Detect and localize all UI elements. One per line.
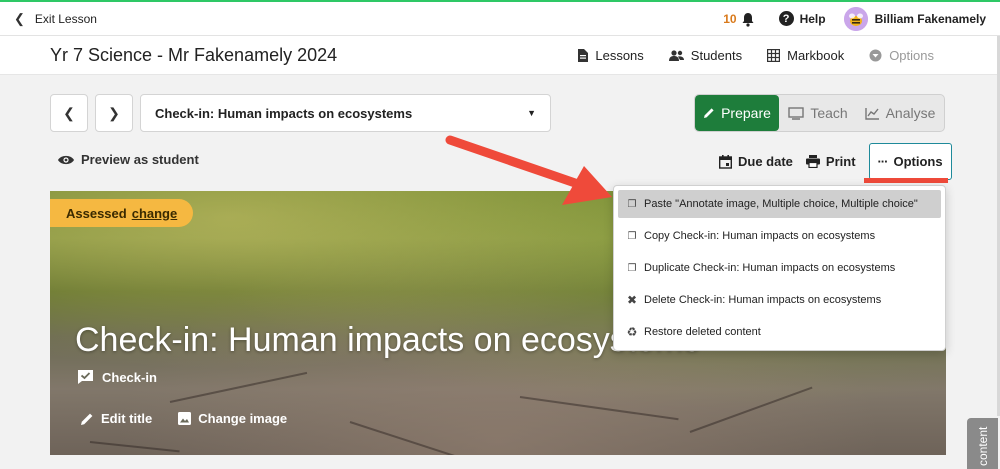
exit-lesson-button[interactable]: ❮ Exit Lesson: [14, 11, 97, 27]
avatar: [843, 6, 868, 31]
due-date-label: Due date: [738, 154, 793, 169]
assessed-badge: Assessed change: [50, 199, 194, 227]
tab-analyse[interactable]: Analyse: [857, 95, 943, 131]
copy-icon: ❐: [627, 230, 637, 242]
user-menu[interactable]: Billiam Fakenamely: [843, 6, 986, 31]
tab-teach[interactable]: Teach: [779, 95, 857, 131]
lesson-select[interactable]: Check-in: Human impacts on ecosystems ▼: [140, 94, 551, 132]
page-title: Yr 7 Science - Mr Fakenamely 2024: [50, 44, 338, 65]
more-dots-icon: ···: [877, 154, 888, 169]
content-side-tab-label: content: [976, 426, 990, 466]
pencil-icon: [81, 413, 93, 425]
content-side-tab[interactable]: content: [967, 418, 998, 469]
people-icon: [668, 49, 684, 61]
chevron-left-icon: ❮: [63, 104, 75, 121]
nav-students[interactable]: Students: [668, 47, 743, 63]
help-label: Help: [799, 11, 826, 26]
class-bar: Yr 7 Science - Mr Fakenamely 2024 Lesson…: [0, 36, 1000, 75]
document-icon: [578, 48, 589, 62]
delete-icon: ✖: [626, 293, 638, 307]
printer-icon: [805, 155, 820, 168]
tab-prepare-label: Prepare: [721, 105, 771, 121]
tab-teach-label: Teach: [810, 105, 848, 121]
menu-item-label: Copy Check-in: Human impacts on ecosyste…: [644, 230, 876, 242]
mode-switcher: Prepare Teach Analyse: [694, 94, 945, 132]
next-lesson-button[interactable]: ❯: [95, 94, 133, 132]
menu-item-restore[interactable]: ♻ Restore deleted content: [618, 318, 941, 346]
nav-markbook[interactable]: Markbook: [767, 48, 844, 63]
chevron-right-icon: ❯: [108, 104, 120, 121]
bell-icon[interactable]: [741, 12, 755, 27]
lesson-nav: ❮ ❯ Check-in: Human impacts on ecosystem…: [50, 94, 551, 132]
options-label: Options: [893, 154, 943, 169]
print-label: Print: [825, 154, 856, 169]
restore-icon: ♻: [626, 325, 638, 339]
change-image-label: Change image: [198, 411, 288, 426]
class-nav: Lessons Students Markbook Options: [552, 48, 934, 63]
check-bubble-icon: [78, 370, 93, 384]
tab-prepare[interactable]: Prepare: [695, 95, 779, 131]
print-button[interactable]: Print: [805, 154, 856, 169]
exit-lesson-label: Exit Lesson: [34, 11, 97, 26]
top-right-area: 10 ? Help Billiam Fakenamely: [723, 6, 986, 31]
nav-lessons-label: Lessons: [595, 47, 644, 63]
options-menu: ❐ Paste "Annotate image, Multiple choice…: [613, 185, 946, 351]
lesson-type: Check-in: [77, 369, 157, 385]
hero-actions: Edit title Change image: [80, 411, 313, 426]
eye-icon: [58, 155, 74, 164]
assessed-label: Assessed: [66, 205, 127, 221]
nav-students-label: Students: [690, 47, 743, 63]
edit-title-label: Edit title: [101, 411, 153, 426]
menu-item-label: Duplicate Check-in: Human impacts on eco…: [644, 262, 896, 274]
menu-item-label: Paste "Annotate image, Multiple choice, …: [644, 198, 918, 210]
menu-item-copy[interactable]: ❐ Copy Check-in: Human impacts on ecosys…: [618, 222, 941, 250]
help-button[interactable]: ? Help: [778, 11, 826, 26]
nav-markbook-label: Markbook: [787, 47, 845, 63]
top-bar: ❮ Exit Lesson 10 ? Help Billiam Fakename…: [0, 0, 1000, 36]
chart-line-icon: [864, 107, 879, 120]
lesson-select-value: Check-in: Human impacts on ecosystems: [155, 105, 413, 121]
menu-item-delete[interactable]: ✖ Delete Check-in: Human impacts on ecos…: [618, 286, 941, 314]
notification-count: 10: [723, 11, 737, 26]
lesson-type-label: Check-in: [102, 369, 157, 385]
preview-label: Preview as student: [81, 152, 199, 167]
duplicate-icon: ❐: [627, 262, 637, 274]
lesson-actions: Due date Print ··· Options: [719, 143, 952, 180]
calendar-icon: [719, 154, 732, 169]
due-date-button[interactable]: Due date: [719, 154, 793, 169]
previous-lesson-button[interactable]: ❮: [50, 94, 88, 132]
menu-item-duplicate[interactable]: ❐ Duplicate Check-in: Human impacts on e…: [618, 254, 941, 282]
whiteboard-icon: [788, 106, 805, 120]
options-button[interactable]: ··· Options: [868, 143, 952, 180]
change-assessed-link[interactable]: change: [132, 206, 178, 221]
caret-down-icon: ▼: [527, 108, 536, 118]
grid-icon: [767, 48, 781, 62]
options-highlight-bar: [864, 178, 948, 183]
chevron-circle-icon: [869, 49, 882, 61]
tab-analyse-label: Analyse: [885, 105, 936, 121]
chevron-left-icon: ❮: [14, 10, 25, 26]
paste-icon: ❐: [627, 198, 637, 210]
menu-item-label: Restore deleted content: [644, 326, 761, 338]
menu-item-paste[interactable]: ❐ Paste "Annotate image, Multiple choice…: [618, 190, 941, 218]
pencil-icon: [704, 108, 714, 118]
image-icon: [178, 412, 192, 425]
user-name: Billiam Fakenamely: [874, 11, 986, 26]
menu-item-label: Delete Check-in: Human impacts on ecosys…: [644, 294, 882, 306]
change-image-button[interactable]: Change image: [178, 411, 287, 426]
edit-title-button[interactable]: Edit title: [80, 411, 152, 426]
preview-as-student-button[interactable]: Preview as student: [57, 152, 199, 167]
help-icon: ?: [778, 11, 794, 26]
nav-lessons[interactable]: Lessons: [577, 47, 644, 63]
nav-options-label: Options: [889, 47, 934, 63]
nav-options[interactable]: Options: [869, 48, 934, 63]
lesson-title: Check-in: Human impacts on ecosystems: [75, 321, 701, 359]
